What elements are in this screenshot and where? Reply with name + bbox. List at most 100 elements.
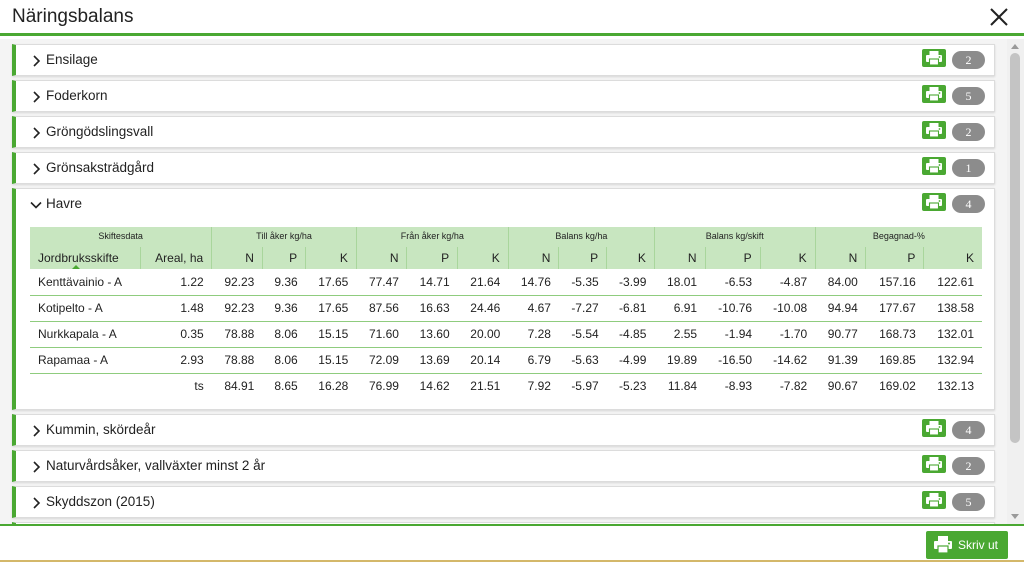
column-header-label: K <box>339 251 348 265</box>
chevron-right-icon[interactable] <box>30 496 42 509</box>
table-cell: 169.02 <box>879 379 916 394</box>
scroll-up-arrow-icon[interactable] <box>1011 44 1019 49</box>
printer-icon[interactable] <box>922 491 946 509</box>
column-header-label: N <box>245 251 254 265</box>
column-header[interactable]: N <box>654 247 706 269</box>
table-cell: 17.65 <box>305 295 357 322</box>
column-header[interactable]: K <box>457 247 509 269</box>
table-cell: 20.14 <box>457 347 509 374</box>
printer-icon[interactable] <box>922 121 946 139</box>
chevron-right-icon[interactable] <box>30 126 42 139</box>
column-group-header: Skiftesdata <box>30 227 213 247</box>
table-cell: 16.28 <box>318 379 349 394</box>
printer-icon[interactable] <box>922 157 946 175</box>
table-cell: 15.15 <box>305 321 357 348</box>
group-header[interactable]: Gröngödslingsvall 2 <box>16 117 994 147</box>
crop-group: Skyddszon (2015) 5 <box>12 486 995 518</box>
table-cell: -1.70 <box>760 321 816 348</box>
dialog-title: Näringsbalans <box>12 6 134 27</box>
column-header[interactable]: P <box>406 247 459 269</box>
chevron-right-icon[interactable] <box>30 460 42 473</box>
crop-group: Kummin, skördeår 4 <box>12 414 995 446</box>
table-cell: -5.23 <box>619 379 647 394</box>
table-cell: 6.79 <box>508 347 559 374</box>
printer-icon[interactable] <box>922 193 946 211</box>
column-header[interactable]: K <box>923 247 982 269</box>
print-button-label: Skriv ut <box>958 538 999 552</box>
table-cell: -16.50 <box>705 347 761 374</box>
group-header[interactable]: Grönsaksträdgård 1 <box>16 153 994 183</box>
column-header[interactable]: Areal, ha <box>140 247 213 269</box>
column-header[interactable]: N <box>508 247 560 269</box>
printer-icon[interactable] <box>922 49 946 67</box>
chevron-right-icon[interactable] <box>30 54 42 67</box>
table-container: Skiftesdata Till åker kg/ha Från åker kg/h… <box>16 223 994 409</box>
column-header[interactable]: N <box>211 247 263 269</box>
print-button[interactable]: Skriv ut <box>926 531 1008 559</box>
printer-icon[interactable] <box>922 85 946 103</box>
column-header[interactable]: N <box>356 247 408 269</box>
group-header[interactable]: Ensilage 2 <box>16 45 994 75</box>
table-cell: 90.67 <box>827 379 858 394</box>
dialog-content: Ensilage 2 Foderkorn 5 Gröngödslingsvall 2 Grö… <box>0 39 1024 524</box>
table-cell: -4.87 <box>760 269 816 296</box>
dialog-titlebar: Näringsbalans <box>0 0 1024 36</box>
table-cell: 169.85 <box>865 347 924 374</box>
table-row: Kenttävainio - A 1.22 92.23 9.36 17.65 77.47 1… <box>30 269 982 296</box>
scroll-down-arrow-icon[interactable] <box>1011 514 1019 519</box>
column-header-label: K <box>965 251 974 265</box>
group-header[interactable]: Naturvårdsåker, vallväxter minst 2 år 2 <box>16 451 994 481</box>
table-cell: 9.36 <box>262 295 306 322</box>
printer-icon[interactable] <box>922 455 946 473</box>
count-badge: 4 <box>952 195 985 213</box>
table-cell: 72.09 <box>356 347 407 374</box>
sort-ascending-icon <box>72 265 80 269</box>
chevron-down-icon[interactable] <box>30 198 42 210</box>
table-cell: 21.64 <box>457 269 509 296</box>
vertical-scrollbar[interactable] <box>1007 39 1024 524</box>
nutrient-balance-table: Skiftesdata Till åker kg/ha Från åker kg/h… <box>30 227 982 399</box>
table-cell: 21.51 <box>470 379 501 394</box>
table-cell: 78.88 <box>211 321 263 348</box>
chevron-right-icon[interactable] <box>30 162 42 175</box>
group-header[interactable]: Havre 4 <box>16 189 994 223</box>
column-header[interactable]: P <box>865 247 925 269</box>
crop-group: Foderkorn 5 <box>12 80 995 112</box>
table-cell: 16.63 <box>406 295 458 322</box>
table-cell: 78.88 <box>211 347 263 374</box>
close-icon[interactable] <box>988 6 1010 28</box>
table-row: Nurkkapala - A 0.35 78.88 8.06 15.15 71.60 13.… <box>30 321 982 348</box>
group-label: Kummin, skördeår <box>46 422 156 437</box>
group-label: Gröngödslingsvall <box>46 124 154 139</box>
column-header[interactable]: P <box>558 247 608 269</box>
crop-group: Naturvårdsåker, vallväxter minst 2 år 2 <box>12 450 995 482</box>
printer-icon[interactable] <box>922 419 946 437</box>
column-header-label: P <box>441 251 450 265</box>
table-cell: 6.91 <box>654 295 706 322</box>
table-cell: -5.97 <box>571 379 599 394</box>
table-cell <box>30 373 140 399</box>
table-cell: 14.62 <box>419 379 450 394</box>
chevron-right-icon[interactable] <box>30 90 42 103</box>
column-header[interactable]: K <box>760 247 816 269</box>
column-header[interactable]: K <box>606 247 655 269</box>
scroll-thumb[interactable] <box>1010 53 1020 443</box>
column-header[interactable]: K <box>305 247 357 269</box>
column-header-label: K <box>637 251 646 265</box>
table-cell: -3.99 <box>606 269 655 296</box>
group-header[interactable]: Foderkorn 5 <box>16 81 994 111</box>
table-cell: 168.73 <box>865 321 924 348</box>
column-header[interactable]: Jordbruksskifte <box>30 247 141 269</box>
column-group-header: Balans kg/ha <box>508 227 655 247</box>
column-header[interactable]: P <box>705 247 761 269</box>
group-header[interactable]: Skyddszon (2015) 5 <box>16 487 994 517</box>
column-header[interactable]: N <box>815 247 867 269</box>
table-cell: 9.36 <box>262 269 306 296</box>
column-header[interactable]: P <box>262 247 307 269</box>
table-cell: 122.61 <box>923 269 982 296</box>
table-cell: 24.46 <box>457 295 509 322</box>
column-header-label: K <box>491 251 500 265</box>
table-cell: -6.81 <box>606 295 655 322</box>
chevron-right-icon[interactable] <box>30 424 42 437</box>
group-header[interactable]: Kummin, skördeår 4 <box>16 415 994 445</box>
